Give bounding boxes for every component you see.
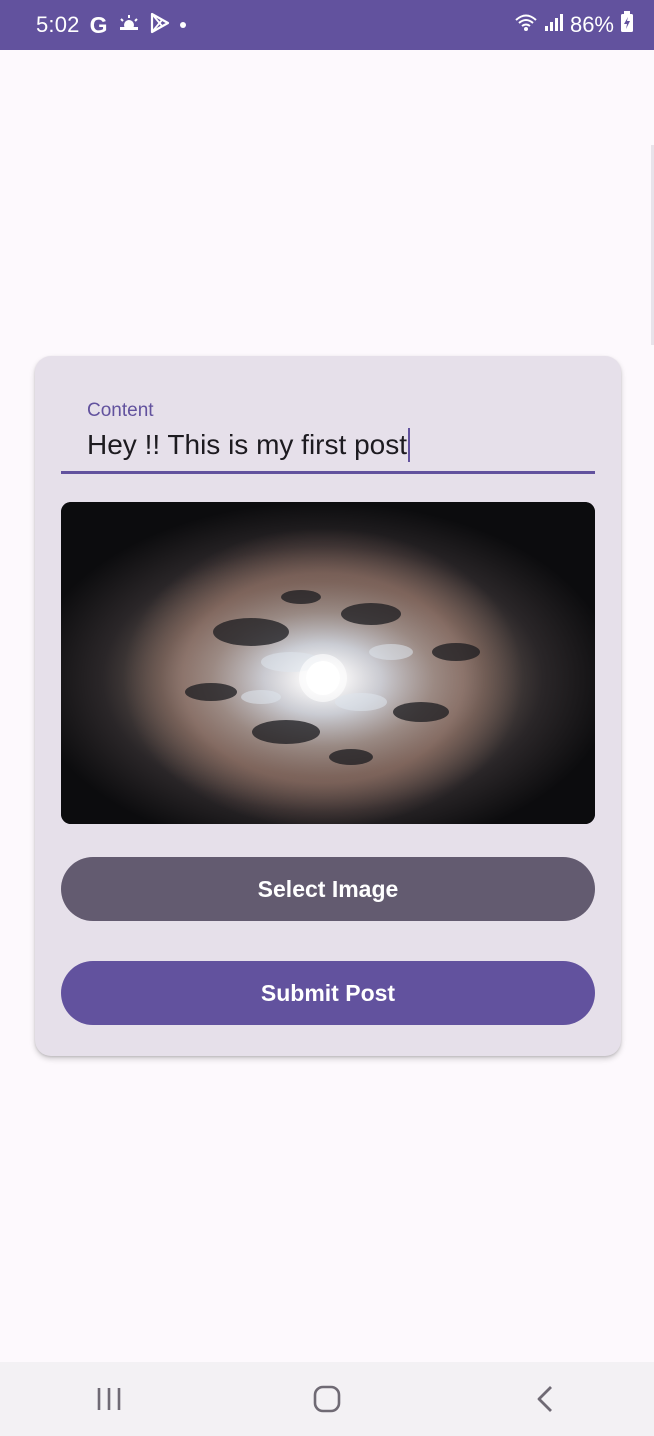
google-icon: G xyxy=(89,11,108,38)
home-icon xyxy=(313,1385,341,1413)
back-icon xyxy=(537,1386,552,1412)
wifi-icon xyxy=(514,12,538,38)
content-field-label: Content xyxy=(87,400,154,421)
app-screen: 5:02 G 86% Content Hey !! This is my fir… xyxy=(0,0,654,1436)
notification-icons: G xyxy=(90,12,186,39)
signal-icon xyxy=(544,12,564,38)
recent-apps-icon xyxy=(97,1388,121,1410)
back-button[interactable] xyxy=(505,1369,585,1429)
home-button[interactable] xyxy=(287,1369,367,1429)
play-store-icon xyxy=(150,12,170,39)
dot-icon xyxy=(179,22,186,28)
submit-post-button[interactable]: Submit Post xyxy=(61,961,595,1025)
battery-charging-icon xyxy=(620,11,634,39)
moon-photo xyxy=(61,502,595,824)
selected-image-preview xyxy=(61,502,595,824)
weather-icon xyxy=(118,14,140,37)
recent-apps-button[interactable] xyxy=(69,1369,149,1429)
system-status-icons: 86% xyxy=(514,11,634,39)
content-input-text: Hey !! This is my first post xyxy=(87,429,407,460)
select-image-button[interactable]: Select Image xyxy=(61,857,595,921)
battery-percent: 86% xyxy=(569,12,614,37)
status-bar: 5:02 G 86% xyxy=(0,0,654,50)
status-time: 5:02 xyxy=(36,12,80,37)
content-input[interactable]: Hey !! This is my first post xyxy=(87,428,410,462)
text-cursor xyxy=(408,428,410,462)
content-text-field[interactable]: Content Hey !! This is my first post xyxy=(61,386,595,474)
post-form-card: Content Hey !! This is my first post Sel… xyxy=(35,356,621,1056)
system-navigation-bar xyxy=(0,1362,654,1436)
